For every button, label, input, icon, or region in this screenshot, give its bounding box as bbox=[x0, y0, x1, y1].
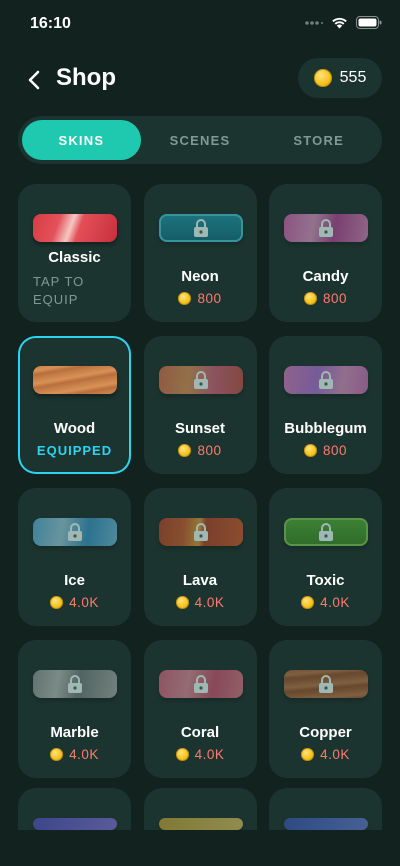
skin-card-ice[interactable]: Ice 4.0K bbox=[18, 488, 131, 626]
skin-price: 800 bbox=[144, 443, 257, 458]
skin-status-equipped: EQUIPPED bbox=[36, 443, 113, 458]
coin-icon bbox=[50, 596, 64, 609]
coin-balance[interactable]: 555 bbox=[298, 58, 382, 98]
coin-icon bbox=[301, 596, 315, 609]
wifi-icon bbox=[332, 17, 347, 29]
coin-balance-value: 555 bbox=[339, 69, 367, 86]
skin-card-marble[interactable]: Marble 4.0K bbox=[18, 640, 131, 778]
skin-name: Candy bbox=[302, 268, 349, 285]
lock-icon bbox=[193, 219, 208, 237]
skins-grid: Classic TAP TO EQUIP Neon 800 Candy 800 … bbox=[18, 184, 382, 778]
coin-icon bbox=[175, 748, 189, 761]
skin-card-neon[interactable]: Neon 800 bbox=[143, 184, 257, 322]
lock-icon bbox=[193, 675, 208, 693]
skin-name: Sunset bbox=[174, 420, 225, 437]
skin-card-partial[interactable] bbox=[143, 788, 257, 830]
skin-name: Wood bbox=[53, 420, 96, 437]
skin-price: 4.0K bbox=[269, 595, 382, 610]
battery-icon bbox=[356, 16, 382, 29]
status-icons bbox=[305, 16, 382, 29]
skin-price: 800 bbox=[144, 291, 257, 306]
lock-icon bbox=[68, 523, 82, 541]
skin-price-value: 800 bbox=[197, 291, 222, 306]
skin-status: TAP TO EQUIP bbox=[33, 274, 85, 307]
skin-card-toxic[interactable]: Toxic 4.0K bbox=[269, 488, 382, 626]
skin-card-partial[interactable] bbox=[18, 788, 131, 830]
lock-icon bbox=[193, 371, 208, 389]
skin-card-classic[interactable]: Classic TAP TO EQUIP bbox=[18, 184, 131, 322]
skin-price-value: 800 bbox=[322, 291, 348, 306]
coin-icon bbox=[313, 69, 332, 87]
tab-store[interactable]: STORE bbox=[259, 120, 378, 160]
skin-price: 4.0K bbox=[269, 747, 382, 762]
skin-name: Copper bbox=[299, 724, 352, 741]
coin-icon bbox=[303, 444, 317, 457]
skin-price: 4.0K bbox=[18, 747, 131, 762]
lock-icon bbox=[193, 523, 208, 541]
skin-name: Lava bbox=[182, 572, 218, 589]
signal-icon bbox=[305, 20, 323, 25]
skin-card-sunset[interactable]: Sunset 800 bbox=[143, 336, 257, 474]
tab-skins[interactable]: SKINS bbox=[22, 120, 141, 160]
skin-swatch bbox=[33, 214, 117, 242]
skin-name: Neon bbox=[181, 268, 219, 285]
coin-icon bbox=[50, 748, 64, 761]
skin-price-value: 4.0K bbox=[69, 747, 99, 762]
skin-name: Classic bbox=[48, 249, 101, 266]
skin-swatch bbox=[158, 818, 243, 830]
skin-card-wood[interactable]: Wood EQUIPPED bbox=[18, 336, 131, 474]
skin-card-candy[interactable]: Candy 800 bbox=[269, 184, 382, 322]
skin-price-value: 800 bbox=[197, 443, 222, 458]
skin-price-value: 4.0K bbox=[320, 595, 350, 610]
skin-swatch bbox=[33, 818, 117, 830]
lock-icon bbox=[319, 371, 333, 389]
status-bar: 16:10 bbox=[0, 0, 400, 48]
skin-card-bubblegum[interactable]: Bubblegum 800 bbox=[269, 336, 382, 474]
coin-icon bbox=[178, 292, 192, 305]
skin-price: 800 bbox=[269, 291, 382, 306]
skin-price-value: 4.0K bbox=[320, 747, 350, 762]
skin-card-copper[interactable]: Copper 4.0K bbox=[269, 640, 382, 778]
lock-icon bbox=[319, 219, 333, 237]
skin-name: Ice bbox=[64, 572, 85, 589]
status-time: 16:10 bbox=[30, 15, 71, 32]
coin-icon bbox=[175, 596, 189, 609]
skin-name: Toxic bbox=[306, 572, 345, 589]
skin-price: 800 bbox=[269, 443, 382, 458]
skin-price-value: 800 bbox=[322, 443, 348, 458]
lock-icon bbox=[319, 675, 333, 693]
chevron-left-icon bbox=[28, 70, 40, 90]
skin-swatch bbox=[33, 366, 117, 394]
lock-icon bbox=[68, 675, 82, 693]
tab-scenes[interactable]: SCENES bbox=[141, 120, 260, 160]
skin-swatch bbox=[284, 818, 368, 830]
skin-price-value: 4.0K bbox=[194, 595, 225, 610]
skin-name: Marble bbox=[50, 724, 99, 741]
page-title: Shop bbox=[56, 64, 116, 91]
skin-price: 4.0K bbox=[18, 595, 131, 610]
skin-price: 4.0K bbox=[144, 747, 257, 762]
bottom-safe-area bbox=[0, 830, 400, 866]
skin-price: 4.0K bbox=[144, 595, 257, 610]
back-button[interactable] bbox=[20, 66, 48, 94]
header: Shop 555 bbox=[0, 58, 400, 102]
coin-icon bbox=[178, 444, 192, 457]
coin-icon bbox=[303, 292, 317, 305]
skin-name: Coral bbox=[180, 724, 220, 741]
skin-name: Bubblegum bbox=[284, 420, 367, 437]
skin-price-value: 4.0K bbox=[194, 747, 225, 762]
skin-card-coral[interactable]: Coral 4.0K bbox=[143, 640, 257, 778]
coin-icon bbox=[301, 748, 315, 761]
skins-grid-next-row bbox=[18, 788, 382, 830]
skin-price-value: 4.0K bbox=[69, 595, 99, 610]
skin-card-partial[interactable] bbox=[269, 788, 382, 830]
skin-card-lava[interactable]: Lava 4.0K bbox=[143, 488, 257, 626]
lock-icon bbox=[319, 523, 333, 541]
shop-tabs: SKINS SCENES STORE bbox=[18, 116, 382, 164]
